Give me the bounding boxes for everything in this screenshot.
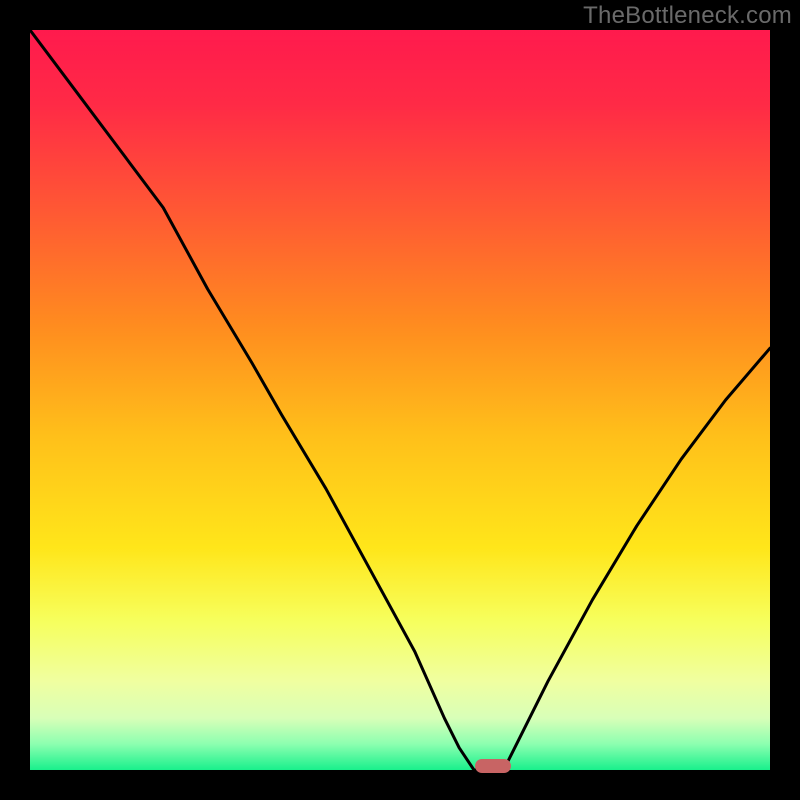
- optimal-marker: [475, 759, 511, 773]
- chart-frame: TheBottleneck.com: [0, 0, 800, 800]
- chart-svg: [30, 30, 770, 770]
- gradient-background: [30, 30, 770, 770]
- plot-area: [30, 30, 770, 770]
- watermark-text: TheBottleneck.com: [583, 2, 792, 30]
